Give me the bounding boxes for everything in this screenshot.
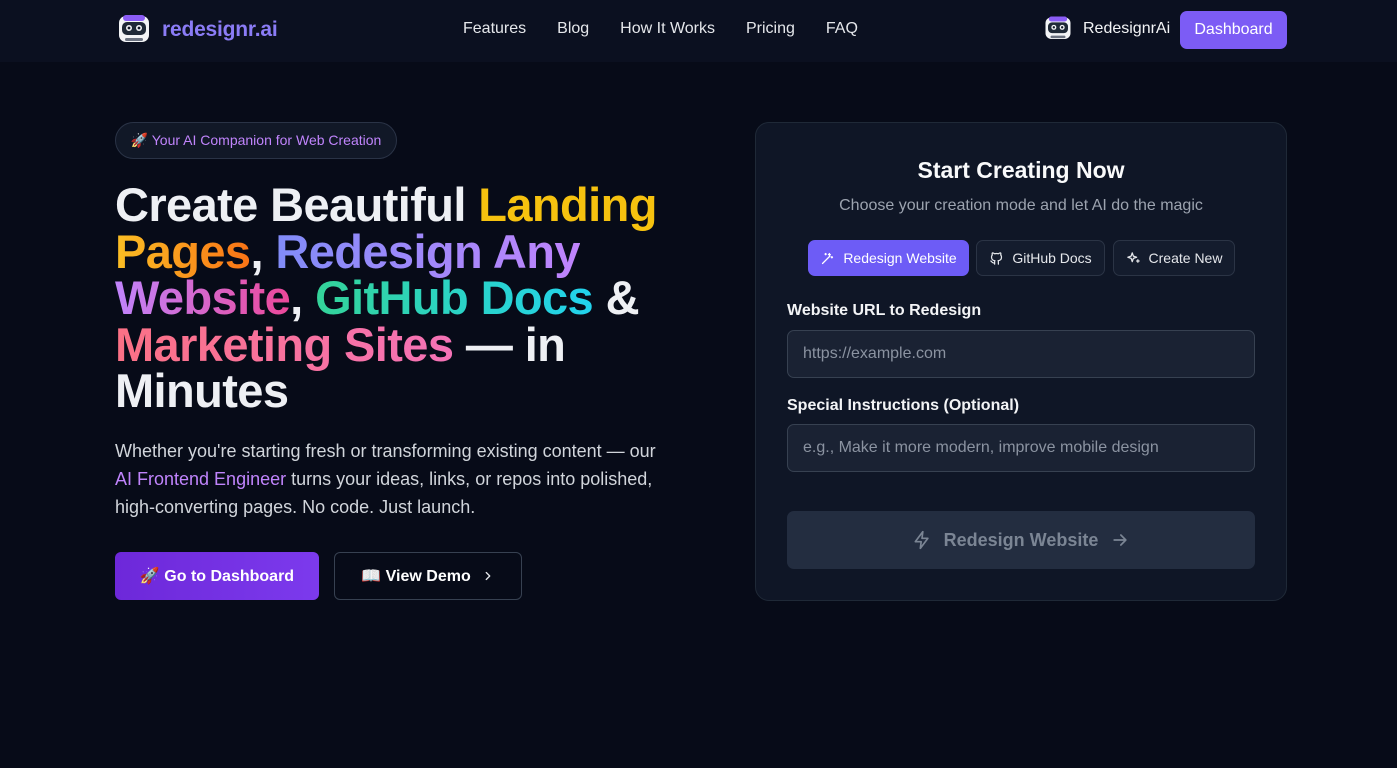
magic-wand-icon: [822, 252, 834, 264]
sparkles-icon: [1126, 251, 1140, 263]
title-ampersand: &: [593, 271, 640, 324]
nav-link-faq[interactable]: FAQ: [826, 20, 858, 38]
title-highlight-landing: Landing: [478, 178, 657, 231]
go-to-dashboard-button[interactable]: 🚀 Go to Dashboard: [115, 552, 319, 600]
desc-accent: AI Frontend Engineer: [115, 469, 287, 489]
chevron-right-icon: [485, 571, 491, 581]
brand-name: redesignr.ai: [162, 18, 278, 41]
dashboard-button[interactable]: Dashboard: [1180, 11, 1287, 49]
title-highlight-github: GitHub Docs: [315, 271, 594, 324]
card-subtitle: Choose your creation mode and let AI do …: [839, 197, 1203, 214]
title-in: — in: [453, 317, 566, 371]
submit-label: Redesign Website: [943, 529, 1099, 550]
redesign-website-submit-button[interactable]: Redesign Website: [787, 511, 1255, 569]
hero-description: Whether you're starting fresh or transfo…: [115, 437, 660, 521]
nav-link-blog[interactable]: Blog: [557, 20, 589, 38]
tab-create-new-label: Create New: [1148, 250, 1223, 266]
title-highlight-redesign: Redesign Any: [275, 224, 580, 278]
title-comma-1: ,: [250, 224, 276, 278]
title-part-1: Create Beautiful: [115, 178, 479, 231]
title-highlight-website: Website: [115, 271, 291, 324]
tab-github-docs[interactable]: GitHub Docs: [976, 240, 1105, 276]
desc-part-1: Whether you're starting fresh or transfo…: [115, 441, 656, 461]
tab-redesign-website-label: Redesign Website: [843, 250, 957, 266]
nav-link-features[interactable]: Features: [463, 20, 526, 38]
main-nav: Features Blog How It Works Pricing FAQ: [463, 20, 889, 38]
lightning-icon: [914, 530, 929, 550]
view-demo-button[interactable]: 📖 View Demo: [334, 552, 522, 600]
user-avatar-icon: [1045, 16, 1071, 39]
user-name: RedesignrAi: [1083, 20, 1171, 37]
tab-github-docs-label: GitHub Docs: [1012, 250, 1092, 266]
arrow-right-icon: [1113, 534, 1128, 546]
user-menu[interactable]: RedesignrAi: [1043, 14, 1170, 44]
title-minutes: Minutes: [115, 364, 289, 417]
go-to-dashboard-label: 🚀 Go to Dashboard: [139, 568, 295, 585]
card-title: Start Creating Now: [917, 157, 1125, 183]
special-instructions-input[interactable]: [787, 424, 1255, 472]
robot-logo-icon: [119, 15, 149, 42]
nav-link-how-it-works[interactable]: How It Works: [620, 20, 715, 38]
creation-card: Start Creating Now Choose your creation …: [755, 122, 1287, 601]
title-highlight-pages: Pages: [115, 224, 251, 278]
title-comma-2: ,: [290, 271, 316, 324]
hero-title: Create Beautiful Landing Pages, Redesign …: [115, 181, 715, 417]
github-icon: [990, 251, 1003, 265]
top-navbar: redesignr.ai Features Blog How It Works …: [0, 0, 1397, 62]
view-demo-label: 📖 View Demo: [361, 568, 471, 585]
hero-badge: 🚀 Your AI Companion for Web Creation: [115, 122, 397, 159]
tab-redesign-website[interactable]: Redesign Website: [808, 240, 969, 276]
url-field-label: Website URL to Redesign: [787, 302, 982, 319]
website-url-input[interactable]: [787, 330, 1255, 378]
brand-logo-link[interactable]: redesignr.ai: [116, 12, 278, 48]
title-highlight-marketing: Marketing Sites: [115, 317, 454, 371]
nav-link-pricing[interactable]: Pricing: [746, 20, 795, 38]
instructions-field-label: Special Instructions (Optional): [787, 397, 1020, 414]
tab-create-new[interactable]: Create New: [1113, 240, 1235, 276]
